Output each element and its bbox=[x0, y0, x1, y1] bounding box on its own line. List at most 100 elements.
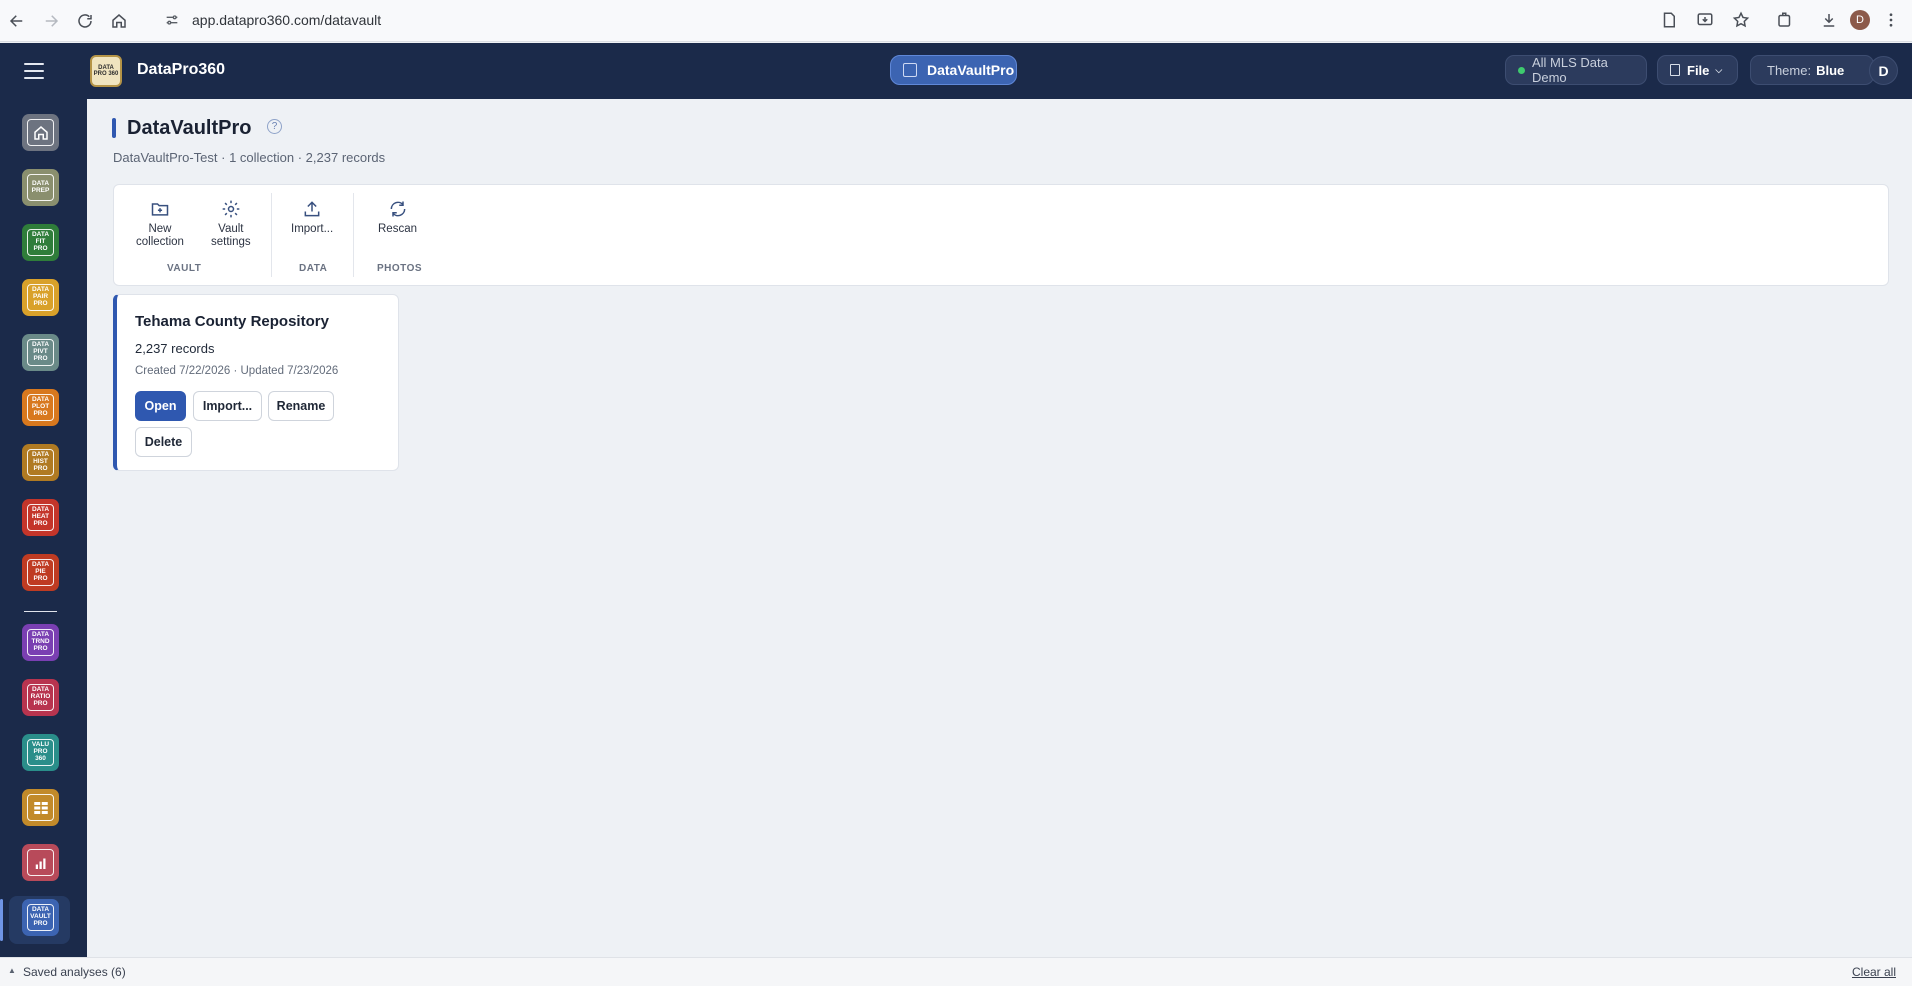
sidebar-item-valu-pro-360[interactable]: VALU PRO 360 bbox=[22, 734, 59, 771]
sidebar-item-label: DATA PAIR PRO bbox=[27, 284, 54, 311]
import-label: Import... bbox=[291, 223, 334, 235]
theme-prefix: Theme: bbox=[1767, 62, 1812, 78]
dataset-label: All MLS Data Demo bbox=[1531, 55, 1608, 85]
chevron-down-icon: ⌵ bbox=[1715, 64, 1723, 75]
toolbar-group-data: DATA bbox=[299, 263, 328, 274]
bookmark-star-icon[interactable] bbox=[1726, 5, 1756, 35]
sidebar-item-label: DATA HIST PRO bbox=[27, 449, 54, 476]
open-collection-button[interactable]: Open bbox=[135, 391, 186, 421]
page-title: DataVaultPro bbox=[127, 117, 252, 139]
upload-icon bbox=[304, 201, 320, 217]
toolbar-group-photos: PHOTOS bbox=[377, 263, 423, 274]
app-sidebar: DATA PREP DATA FIT PRO DATA PAIR PRO DATA P… bbox=[0, 99, 87, 957]
import-button[interactable]: Import... bbox=[291, 199, 333, 236]
clear-all-link[interactable]: Clear all bbox=[1852, 965, 1896, 979]
help-icon[interactable]: ? bbox=[267, 119, 282, 134]
grid-report-icon bbox=[27, 794, 54, 821]
gear-icon bbox=[222, 200, 240, 218]
page-title-accent bbox=[112, 118, 116, 138]
sidebar-item-home-icon[interactable] bbox=[22, 114, 59, 151]
rename-collection-button[interactable]: Rename bbox=[268, 391, 334, 421]
theme-value: Blue bbox=[1816, 62, 1845, 78]
folder-plus-icon bbox=[151, 203, 169, 216]
sidebar-item-bar-report-icon[interactable] bbox=[22, 844, 59, 881]
rescan-label: Rescan bbox=[378, 223, 417, 235]
refresh-icon bbox=[390, 201, 405, 217]
sidebar-item-data-trnd-pro[interactable]: DATA TRND PRO bbox=[22, 624, 59, 661]
new-collection-button[interactable]: New collection bbox=[136, 199, 184, 249]
sidebar-item-data-fit-pro[interactable]: DATA FIT PRO bbox=[22, 224, 59, 261]
url-text: app.datapro360.com/datavault bbox=[192, 12, 382, 28]
collection-card: Tehama County Repository 2,237 records C… bbox=[113, 294, 399, 471]
browser-profile-avatar[interactable]: D bbox=[1850, 10, 1870, 30]
current-module-label: DataVaultPro bbox=[927, 62, 1015, 78]
toolbar-separator bbox=[271, 193, 272, 277]
sidebar-item-data-plot-pro[interactable]: DATA PLOT PRO bbox=[22, 389, 59, 426]
collection-dates: Created 7/22/2026 · Updated 7/23/2026 bbox=[135, 365, 339, 377]
sidebar-item-grid-report-icon[interactable] bbox=[22, 789, 59, 826]
theme-button[interactable]: Theme: Blue bbox=[1750, 55, 1874, 85]
address-bar[interactable]: app.datapro360.com/datavault bbox=[150, 5, 1150, 35]
vault-module-icon bbox=[903, 63, 917, 77]
sidebar-item-label: VALU PRO 360 bbox=[27, 739, 54, 766]
sidebar-item-label: DATA PIE PRO bbox=[27, 559, 54, 586]
collection-name: Tehama County Repository bbox=[135, 313, 329, 330]
delete-collection-button[interactable]: Delete bbox=[135, 427, 192, 457]
sidebar-item-data-ratio-pro[interactable]: DATA RATIO PRO bbox=[22, 679, 59, 716]
sidebar-item-label: DATA PIVT PRO bbox=[27, 339, 54, 366]
sidebar-item-label: DATA VAULT PRO bbox=[27, 904, 54, 931]
dataset-selector[interactable]: All MLS Data Demo bbox=[1505, 55, 1647, 85]
sidebar-item-data-pair-pro[interactable]: DATA PAIR PRO bbox=[22, 279, 59, 316]
collection-record-count: 2,237 records bbox=[135, 341, 215, 356]
rescan-button[interactable]: Rescan bbox=[378, 199, 417, 236]
reload-icon[interactable] bbox=[70, 6, 100, 36]
app-logo: DATA PRO 360 bbox=[90, 55, 122, 87]
hamburger-menu-icon[interactable] bbox=[22, 59, 46, 83]
file-menu-label: File bbox=[1687, 62, 1710, 78]
current-module-button[interactable]: DataVaultPro bbox=[890, 55, 1017, 85]
sidebar-item-data-pie-pro[interactable]: DATA PIE PRO bbox=[22, 554, 59, 591]
downloads-icon[interactable] bbox=[1814, 5, 1844, 35]
file-menu-button[interactable]: File ⌵ bbox=[1657, 55, 1738, 85]
toolbar-separator bbox=[353, 193, 354, 277]
vault-settings-button[interactable]: Vault settings bbox=[211, 199, 251, 249]
sidebar-item-label: DATA RATIO PRO bbox=[27, 684, 54, 711]
sidebar-item-label: DATA PREP bbox=[27, 174, 54, 201]
toolbar-group-vault: VAULT bbox=[167, 263, 202, 274]
new-collection-label: New collection bbox=[136, 223, 184, 249]
sidebar-active-indicator bbox=[0, 899, 3, 941]
sidebar-item-data-vault-pro[interactable]: DATA VAULT PRO bbox=[22, 899, 59, 936]
extensions-icon[interactable] bbox=[1770, 5, 1800, 35]
install-app-icon[interactable] bbox=[1690, 5, 1720, 35]
page-subtitle: DataVaultPro-Test · 1 collection · 2,237… bbox=[113, 150, 386, 165]
back-icon[interactable] bbox=[2, 6, 32, 36]
sidebar-item-label: DATA PLOT PRO bbox=[27, 394, 54, 421]
saved-analyses-bar: ▲ Saved analyses (6) Clear all bbox=[0, 957, 1912, 986]
sidebar-divider bbox=[24, 611, 57, 612]
import-collection-button[interactable]: Import... bbox=[193, 391, 262, 421]
expand-caret-icon[interactable]: ▲ bbox=[8, 966, 16, 975]
status-dot bbox=[1518, 66, 1525, 74]
file-icon bbox=[1670, 64, 1680, 76]
forward-icon[interactable] bbox=[36, 6, 66, 36]
sidebar-item-label: DATA FIT PRO bbox=[27, 229, 54, 256]
vault-toolbar: New collection Vault settings VAULT Impo… bbox=[113, 184, 1889, 286]
browser-menu-icon[interactable] bbox=[1876, 5, 1906, 35]
bar-report-icon bbox=[27, 849, 54, 876]
saved-analyses-toggle[interactable]: Saved analyses (6) bbox=[23, 965, 126, 979]
page-icon[interactable] bbox=[1654, 5, 1684, 35]
home-browser-icon[interactable] bbox=[104, 6, 134, 36]
vault-settings-label: Vault settings bbox=[211, 223, 251, 249]
sidebar-item-data-prep[interactable]: DATA PREP bbox=[22, 169, 59, 206]
sidebar-item-label: DATA TRND PRO bbox=[27, 629, 54, 656]
app-name: DataPro360 bbox=[137, 61, 226, 78]
sidebar-item-data-heat-pro[interactable]: DATA HEAT PRO bbox=[22, 499, 59, 536]
user-avatar[interactable]: D bbox=[1869, 56, 1898, 85]
browser-toolbar: app.datapro360.com/datavault D bbox=[0, 0, 1912, 42]
site-settings-icon[interactable] bbox=[164, 12, 180, 28]
sidebar-item-data-pivt-pro[interactable]: DATA PIVT PRO bbox=[22, 334, 59, 371]
home-icon bbox=[27, 119, 54, 146]
app-header: DATA PRO 360 DataPro360 DataVaultPro All… bbox=[0, 43, 1912, 99]
sidebar-item-label: DATA HEAT PRO bbox=[27, 504, 54, 531]
sidebar-item-data-hist-pro[interactable]: DATA HIST PRO bbox=[22, 444, 59, 481]
